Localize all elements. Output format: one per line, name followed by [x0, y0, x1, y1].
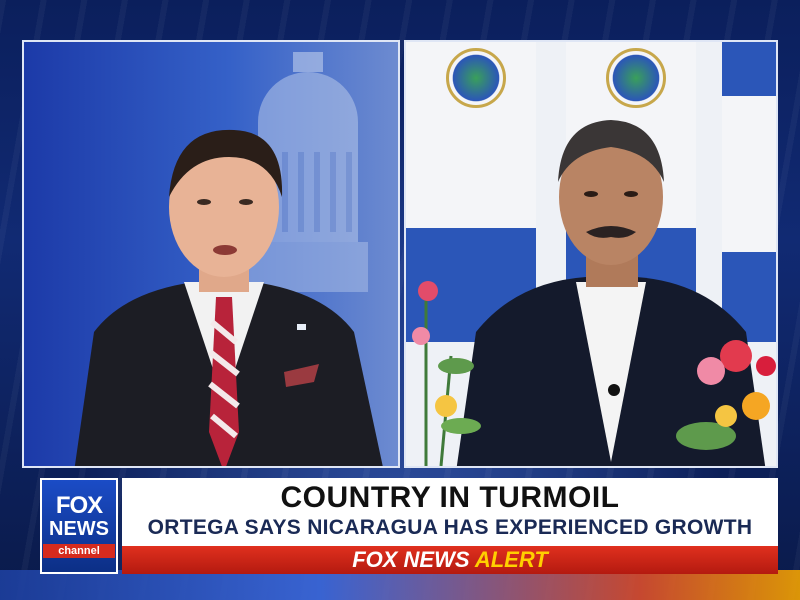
alert-bar: FOX NEWS ALERT [122, 546, 778, 574]
guest-video-panel [404, 40, 778, 468]
logo-text-channel: channel [43, 544, 115, 558]
alert-word: ALERT [474, 547, 548, 572]
flower-arrangement-left [412, 281, 481, 466]
subheadline: ORTEGA SAYS NICARAGUA HAS EXPERIENCED GR… [147, 516, 753, 539]
headline: COUNTRY IN TURMOIL [280, 481, 620, 514]
lower-third-graphic: FOX NEWS channel COUNTRY IN TURMOIL ORTE… [40, 478, 778, 574]
fox-news-channel-logo: FOX NEWS channel [40, 478, 118, 574]
headline-box: COUNTRY IN TURMOIL ORTEGA SAYS NICARAGUA… [122, 478, 778, 546]
bottom-glow-strip [0, 570, 800, 600]
logo-text-fox: FOX [55, 492, 103, 519]
anchor-video-panel [22, 40, 400, 468]
alert-network-label: FOX NEWS [352, 547, 475, 572]
flower-arrangement-right [676, 340, 776, 450]
logo-text-news: NEWS [49, 518, 109, 540]
anchor-figure [74, 129, 383, 466]
